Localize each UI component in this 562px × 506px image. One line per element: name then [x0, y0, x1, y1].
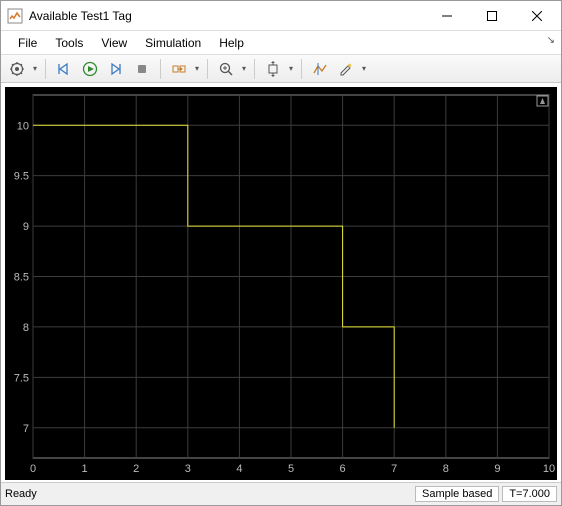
- svg-text:10: 10: [543, 463, 555, 475]
- window-title: Available Test1 Tag: [29, 9, 424, 23]
- separator: [160, 59, 161, 79]
- maximize-button[interactable]: [469, 1, 514, 30]
- step-forward-button[interactable]: [104, 57, 128, 81]
- measure-button[interactable]: [308, 57, 332, 81]
- status-ready: Ready: [5, 488, 412, 500]
- separator: [207, 59, 208, 79]
- minimize-button[interactable]: [424, 1, 469, 30]
- trigger-dropdown[interactable]: ▾: [193, 64, 201, 73]
- run-button[interactable]: [78, 57, 102, 81]
- close-button[interactable]: [514, 1, 559, 30]
- toolbar: ▾ ▾ ▾ ▾ ▾: [1, 54, 561, 83]
- menu-simulation[interactable]: Simulation: [136, 33, 210, 53]
- svg-text:9.5: 9.5: [14, 171, 29, 183]
- svg-text:0: 0: [30, 463, 36, 475]
- svg-text:8: 8: [23, 322, 29, 334]
- tearoff-icon[interactable]: ↘: [547, 35, 555, 46]
- stop-button[interactable]: [130, 57, 154, 81]
- zoom-dropdown[interactable]: ▾: [240, 64, 248, 73]
- menu-view[interactable]: View: [92, 33, 136, 53]
- plot-container: 0 1 2 3 4 5 6 7 8 9 10 7 7.5 8 8.5 9 9.5 10: [1, 83, 561, 482]
- svg-text:5: 5: [288, 463, 294, 475]
- svg-text:9: 9: [23, 221, 29, 233]
- svg-text:3: 3: [185, 463, 191, 475]
- status-mode: Sample based: [415, 486, 499, 502]
- titlebar: Available Test1 Tag: [1, 1, 561, 31]
- svg-text:7: 7: [23, 423, 29, 435]
- svg-text:7: 7: [391, 463, 397, 475]
- scope-plot[interactable]: 0 1 2 3 4 5 6 7 8 9 10 7 7.5 8 8.5 9 9.5 10: [5, 87, 557, 480]
- step-back-button[interactable]: [52, 57, 76, 81]
- highlight-dropdown[interactable]: ▾: [360, 64, 368, 73]
- highlight-button[interactable]: [334, 57, 358, 81]
- trigger-button[interactable]: [167, 57, 191, 81]
- app-icon: [7, 8, 23, 24]
- separator: [45, 59, 46, 79]
- svg-text:2: 2: [133, 463, 139, 475]
- autoscale-dropdown[interactable]: ▾: [287, 64, 295, 73]
- svg-text:6: 6: [340, 463, 346, 475]
- statusbar: Ready Sample based T=7.000: [1, 482, 561, 504]
- autoscale-button[interactable]: [261, 57, 285, 81]
- configure-button[interactable]: [5, 57, 29, 81]
- svg-text:1: 1: [82, 463, 88, 475]
- separator: [254, 59, 255, 79]
- configure-dropdown[interactable]: ▾: [31, 64, 39, 73]
- zoom-button[interactable]: [214, 57, 238, 81]
- svg-text:8.5: 8.5: [14, 272, 29, 284]
- menu-help[interactable]: Help: [210, 33, 253, 53]
- svg-text:7.5: 7.5: [14, 372, 29, 384]
- menu-tools[interactable]: Tools: [46, 33, 92, 53]
- menu-file[interactable]: File: [9, 33, 46, 53]
- menubar: File Tools View Simulation Help ↘: [1, 31, 561, 54]
- svg-text:9: 9: [494, 463, 500, 475]
- svg-text:8: 8: [443, 463, 449, 475]
- separator: [301, 59, 302, 79]
- svg-text:10: 10: [17, 120, 29, 132]
- svg-text:4: 4: [236, 463, 242, 475]
- status-time: T=7.000: [502, 486, 557, 502]
